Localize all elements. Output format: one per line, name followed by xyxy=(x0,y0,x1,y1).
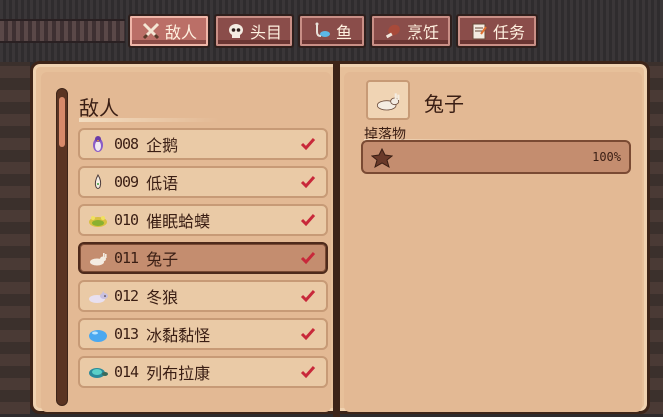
right-page: 兔子 掉落物 100% xyxy=(344,72,642,412)
list-scrollbar[interactable] xyxy=(56,88,68,406)
enemy-row-009[interactable]: 009 低语 xyxy=(78,166,328,198)
ice-slime-icon xyxy=(86,324,110,344)
checkmark-icon xyxy=(300,176,316,189)
whisper-icon xyxy=(86,172,110,192)
quest-scroll-icon xyxy=(469,21,489,41)
detail-portrait xyxy=(366,80,410,120)
rabbit-icon xyxy=(376,93,400,111)
bestiary-book: 敌人 008 企鹅 009 低语 010 催眠蛤蟆 011 兔子 012 冬狼 … xyxy=(30,61,650,417)
fish-hook-icon xyxy=(312,21,332,41)
checkmark-icon xyxy=(300,138,316,151)
entry-number: 008 xyxy=(114,135,139,153)
star-leather-icon xyxy=(371,148,393,168)
tab-label: 任务 xyxy=(492,23,525,42)
turtle-icon xyxy=(86,362,110,382)
enemy-row-013[interactable]: 013 冰黏黏怪 xyxy=(78,318,328,350)
scrollbar-thumb[interactable] xyxy=(59,97,65,147)
entry-name: 低语 xyxy=(146,174,179,193)
checkmark-icon xyxy=(300,328,316,341)
tab-label: 敌人 xyxy=(164,23,197,42)
tab-bosses[interactable]: 头目 xyxy=(214,14,294,48)
entry-name: 催眠蛤蟆 xyxy=(146,212,211,231)
enemy-row-012[interactable]: 012 冬狼 xyxy=(78,280,328,312)
checkmark-icon xyxy=(300,290,316,303)
drop-item-row[interactable]: 100% xyxy=(361,140,631,174)
enemy-row-008[interactable]: 008 企鹅 xyxy=(78,128,328,160)
entry-name: 冬狼 xyxy=(146,288,179,307)
wolf-icon xyxy=(86,286,110,306)
tab-fish[interactable]: 鱼 xyxy=(298,14,366,48)
enemy-row-011[interactable]: 011 兔子 xyxy=(78,242,328,274)
tab-quests[interactable]: 任务 xyxy=(456,14,538,48)
entry-name: 企鹅 xyxy=(146,136,179,155)
background-bar xyxy=(0,19,125,43)
entry-number: 013 xyxy=(114,325,139,343)
drop-chance: 100% xyxy=(592,150,621,164)
enemy-row-014[interactable]: 014 列布拉康 xyxy=(78,356,328,388)
skull-icon xyxy=(226,21,246,41)
entry-number: 014 xyxy=(114,363,139,381)
left-page: 敌人 008 企鹅 009 低语 010 催眠蛤蟆 011 兔子 012 冬狼 … xyxy=(41,72,331,412)
penguin-icon xyxy=(86,134,110,154)
tab-cooking[interactable]: 烹饪 xyxy=(370,14,452,48)
book-spine xyxy=(333,64,340,417)
entry-name: 列布拉康 xyxy=(146,364,211,383)
entry-number: 011 xyxy=(114,249,139,267)
crossed-swords-icon xyxy=(141,21,161,41)
checkmark-icon xyxy=(300,252,316,265)
tab-label: 烹饪 xyxy=(406,23,439,42)
meat-icon xyxy=(383,21,403,41)
entry-number: 012 xyxy=(114,287,139,305)
checkmark-icon xyxy=(300,214,316,227)
rabbit-icon xyxy=(86,248,110,268)
tab-enemies[interactable]: 敌人 xyxy=(128,14,210,48)
checkmark-icon xyxy=(300,366,316,379)
enemy-row-010[interactable]: 010 催眠蛤蟆 xyxy=(78,204,328,236)
entry-number: 009 xyxy=(114,173,139,191)
enemy-name: 兔子 xyxy=(424,92,464,116)
tab-label: 鱼 xyxy=(335,23,352,42)
tab-label: 头目 xyxy=(249,23,282,42)
title-underline xyxy=(79,118,219,122)
entry-name: 冰黏黏怪 xyxy=(146,326,211,345)
toad-icon xyxy=(86,210,110,230)
background-left xyxy=(0,62,30,414)
entry-number: 010 xyxy=(114,211,139,229)
entry-name: 兔子 xyxy=(146,250,179,269)
page-title: 敌人 xyxy=(79,96,119,120)
